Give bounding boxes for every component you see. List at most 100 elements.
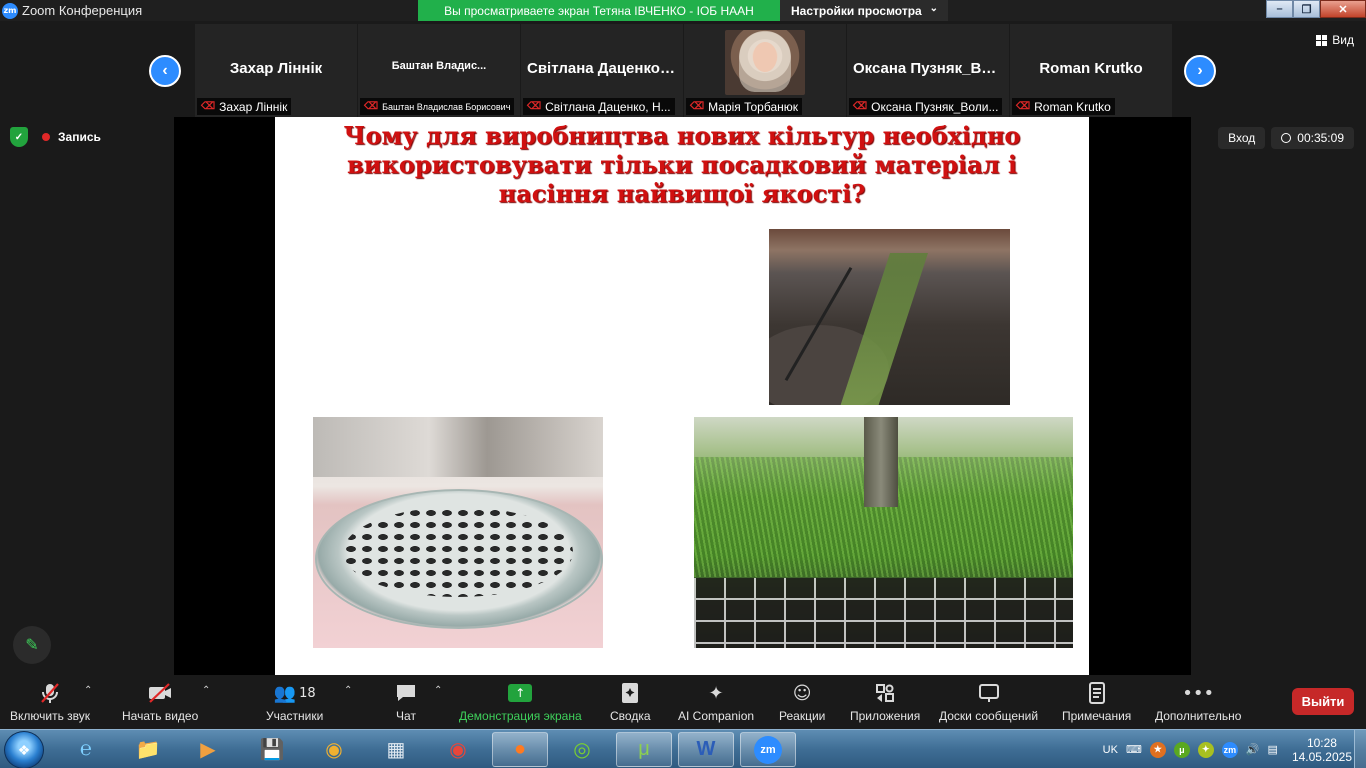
taskbar-media[interactable]: ▶ (180, 732, 236, 767)
volume-icon[interactable]: 🔊 (1246, 743, 1260, 756)
recording-indicator[interactable]: ✓ Запись (10, 127, 101, 147)
taskbar-opera-like[interactable]: ◎ (554, 732, 610, 767)
taskbar-save-app[interactable]: 💾 (244, 732, 300, 767)
share-screen-icon: ↑ (508, 681, 533, 705)
share-screen-button[interactable]: ↑ Демонстрация экрана (459, 681, 582, 723)
taskbar-clock[interactable]: 10:28 14.05.2025 (1292, 736, 1352, 764)
tray-zoom-icon[interactable]: zm (1221, 741, 1238, 758)
leave-button[interactable]: Выйти (1292, 688, 1354, 715)
seed-dish-photo (313, 417, 603, 648)
utorrent-icon: μ (638, 738, 650, 760)
summary-button[interactable]: Сводка (610, 681, 651, 723)
maximize-button[interactable]: ❐ (1293, 0, 1320, 18)
taskbar-security-app[interactable]: ◉ (306, 732, 362, 767)
system-tray: UK ⌨ ★ μ ✦ zm 🔊 ▤ 10:28 14.05.2025 (1103, 730, 1352, 768)
unmute-button[interactable]: Включить звук (10, 681, 90, 723)
more-button[interactable]: ••• Дополнительно (1155, 681, 1241, 724)
zoom-app-icon: zm (2, 2, 18, 19)
participant-label: ⌫ Оксана Пузняк_Воли... (849, 98, 1003, 115)
clock-icon (1281, 133, 1292, 143)
security-shield-icon[interactable]: ✓ (10, 127, 28, 147)
whiteboards-button[interactable]: Доски сообщений (939, 681, 1038, 723)
taskbar-zoom[interactable]: zm (740, 732, 796, 767)
sparkle-icon: ✦ (708, 682, 724, 704)
participant-tile[interactable]: Оксана Пузняк_Воли... ⌫ Оксана Пузняк_Вол… (847, 24, 1009, 117)
browser-ring-icon: ◎ (573, 739, 591, 761)
video-options-caret[interactable]: ⌃ (202, 685, 210, 696)
taskbar-word[interactable]: W (678, 732, 734, 767)
chat-options-caret[interactable]: ⌃ (434, 685, 442, 696)
keyboard-icon[interactable]: ⌨ (1126, 743, 1142, 756)
floppy-disk-icon: 💾 (259, 739, 285, 761)
audio-options-caret[interactable]: ⌃ (84, 685, 92, 696)
taskbar-explorer[interactable]: 📁 (120, 732, 176, 767)
view-settings-label: Настройки просмотра (791, 3, 922, 18)
calculator-icon: ▦ (386, 739, 406, 761)
tray-update-icon[interactable]: ✦ (1197, 741, 1214, 758)
participant-name: Захар Лiннiк (229, 60, 323, 77)
close-window-button[interactable]: ✕ (1320, 0, 1366, 18)
media-player-icon: ▶ (200, 739, 216, 761)
mic-muted-icon: ⌫ (1016, 101, 1031, 112)
entry-button[interactable]: Вход (1218, 127, 1266, 149)
participant-label: ⌫ Баштан Владислав Борисович (360, 98, 515, 115)
participant-gallery: ‹ Захар Лiннiк ⌫ Захар Лiннiк Баштан Влад… (0, 21, 1366, 117)
annotate-pen-button[interactable]: ✎ (13, 626, 51, 664)
screen-share-banner: Вы просматриваете экран Тетяна ІВЧЕНКО -… (418, 0, 780, 21)
taskbar-ie[interactable]: ℮ (58, 732, 114, 767)
ai-companion-button[interactable]: ✦ AI Companion (678, 681, 754, 724)
meeting-status-controls: Вход 00:35:09 (1218, 127, 1354, 149)
summary-icon (620, 681, 640, 705)
participant-name: Баштан Владис... (391, 60, 487, 72)
mic-muted-icon: ⌫ (690, 101, 705, 112)
mic-muted-icon (39, 681, 61, 705)
tray-utorrent-icon[interactable]: μ (1173, 741, 1190, 758)
gallery-prev-button[interactable]: ‹ (149, 55, 181, 87)
taskbar-chrome[interactable]: ◉ (430, 732, 486, 767)
tray-app-icon[interactable]: ★ (1149, 741, 1166, 758)
participant-tile-video[interactable]: ⌫ Марія Торбанюк (684, 24, 846, 117)
meeting-timer: 00:35:09 (1271, 127, 1354, 149)
mic-muted-icon: ⌫ (364, 101, 379, 112)
view-settings-menu[interactable]: Настройки просмотра ⌄ (780, 0, 948, 21)
participant-video (725, 30, 805, 95)
whiteboard-icon (978, 681, 1000, 705)
participants-options-caret[interactable]: ⌃ (344, 685, 352, 696)
internet-explorer-icon: ℮ (79, 738, 92, 760)
pen-icon: ✎ (25, 637, 39, 654)
taskbar-firefox[interactable]: ● (492, 732, 548, 767)
start-button[interactable]: ❖ (4, 731, 44, 768)
view-button[interactable]: Вид (1316, 33, 1354, 47)
participant-tile[interactable]: Roman Krutko ⌫ Roman Krutko (1010, 24, 1172, 117)
participant-tile[interactable]: Баштан Владис... ⌫ Баштан Владислав Борис… (358, 24, 520, 117)
smiley-plus-icon: ☺ (792, 682, 812, 704)
network-icon[interactable]: ▤ (1268, 743, 1278, 756)
windows-taskbar: ❖ ℮ 📁 ▶ 💾 ◉ ▦ ◉ ● ◎ μ W zm UK ⌨ ★ μ ✦ zm… (0, 729, 1366, 768)
firefox-icon: ● (513, 738, 527, 760)
language-indicator[interactable]: UK (1103, 744, 1118, 756)
participants-icon: 👥 18 (273, 682, 316, 704)
participants-button[interactable]: 👥 18 Участники (266, 681, 323, 724)
taskbar-utorrent[interactable]: μ (616, 732, 672, 767)
taskbar-calculator[interactable]: ▦ (368, 732, 424, 767)
participant-tile[interactable]: Захар Лiннiк ⌫ Захар Лiннiк (195, 24, 357, 117)
record-dot-icon (42, 133, 50, 141)
apps-button[interactable]: Приложения (850, 681, 920, 723)
reactions-button[interactable]: ☺ Реакции (779, 681, 825, 724)
minimize-button[interactable]: – (1266, 0, 1293, 18)
show-desktop-button[interactable] (1354, 730, 1366, 768)
participant-name: Світлана Даценко, Н... (527, 60, 683, 77)
chrome-icon: ◉ (449, 739, 467, 761)
greenhouse-seedlings-photo (694, 417, 1073, 648)
participants-count: 18 (299, 685, 316, 701)
notes-button[interactable]: Примечания (1062, 681, 1131, 723)
presentation-slide: Чому для виробництва нових кільтур необх… (275, 117, 1089, 675)
mic-muted-icon: ⌫ (201, 101, 216, 112)
view-label: Вид (1332, 33, 1354, 47)
participant-tile[interactable]: Світлана Даценко, Н... ⌫ Світлана Даценко… (521, 24, 683, 117)
start-video-button[interactable]: Начать видео (122, 681, 198, 723)
chat-button[interactable]: Чат (395, 681, 417, 723)
window-controls: – ❐ ✕ (1266, 0, 1366, 20)
seedling-row-photo (769, 229, 1010, 405)
gallery-next-button[interactable]: › (1184, 55, 1216, 87)
